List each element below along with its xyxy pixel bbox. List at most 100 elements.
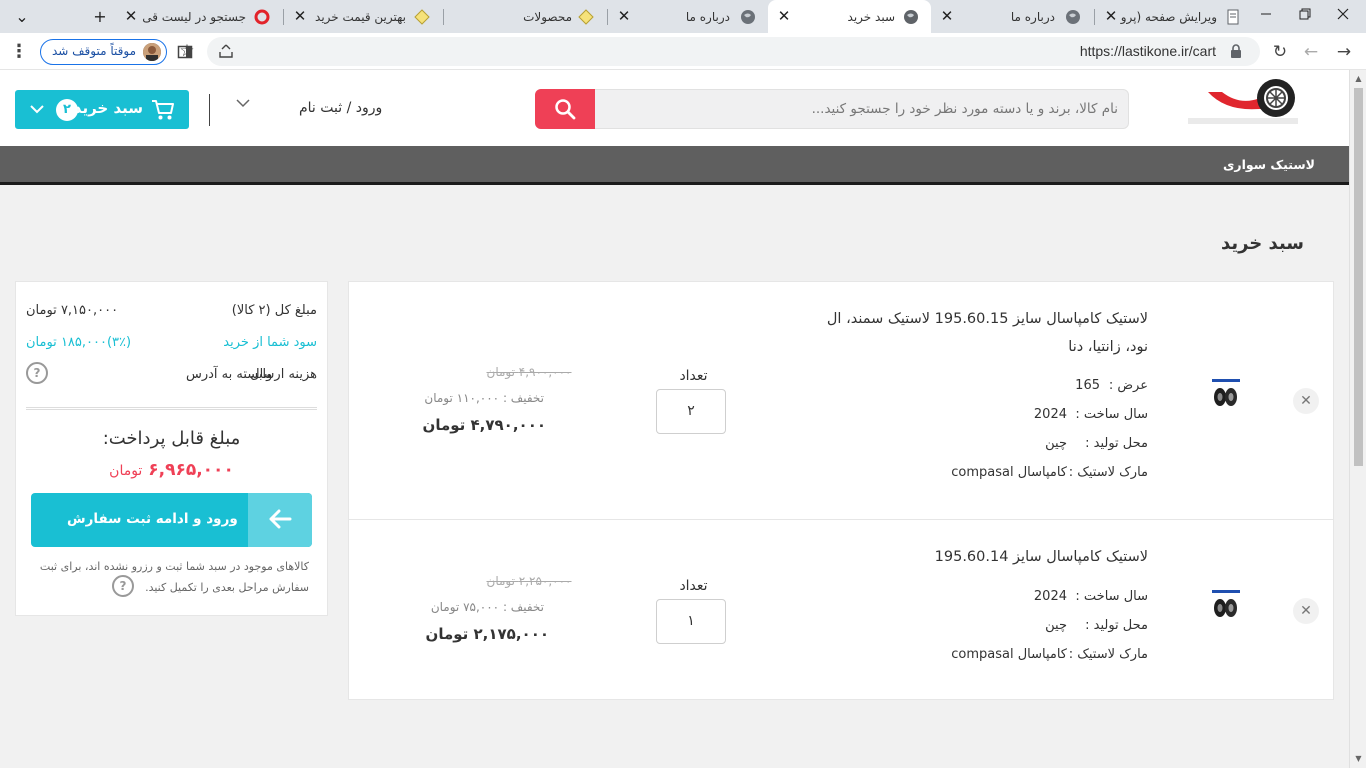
tire-image[interactable] — [1209, 589, 1243, 619]
main-nav: لاستیک سواری — [0, 146, 1349, 185]
share-icon[interactable] — [213, 38, 239, 64]
restore-icon[interactable] — [1285, 0, 1325, 28]
tab-cart[interactable]: سبد خرید ✕ — [768, 0, 931, 33]
tab-about-2[interactable]: درباره ما ✕ — [931, 0, 1093, 33]
help-icon[interactable]: ? — [112, 575, 134, 597]
header-divider — [209, 94, 210, 126]
opera-icon — [254, 9, 270, 25]
tire-image[interactable] — [1209, 378, 1243, 408]
cart-count-badge: ۲ — [56, 99, 78, 121]
summary-divider — [26, 407, 317, 410]
attr-value: چین — [1045, 436, 1067, 451]
tab-about-1[interactable]: درباره ما ✕ — [608, 0, 768, 33]
remove-item-icon[interactable]: ✕ — [1293, 388, 1319, 414]
url-text[interactable]: https://lastikone.ir/cart — [1080, 43, 1216, 59]
checkout-button[interactable]: ورود و ادامه ثبت سفارش — [31, 493, 312, 547]
cart-item: ✕ لاستیک کامپاسال سایز 195.60.14 سال ساخ… — [349, 520, 1333, 700]
new-tab-icon[interactable]: + — [88, 5, 112, 29]
cart-icon — [152, 100, 174, 120]
attr-value: کامپاسال compasal — [951, 465, 1067, 480]
tab-search-list[interactable]: جستجو در لیست قی ✕ — [115, 0, 282, 33]
scroll-thumb[interactable] — [1354, 88, 1363, 466]
logo-icon[interactable] — [1178, 78, 1304, 128]
chevron-down-icon[interactable] — [236, 98, 250, 108]
search-input[interactable]: نام کالا، برند و یا دسته مورد نظر خود را… — [535, 89, 1129, 129]
site-header: نام کالا، برند و یا دسته مورد نظر خود را… — [0, 70, 1349, 146]
close-icon[interactable]: ✕ — [614, 6, 634, 26]
login-register-link[interactable]: ورود / ثبت نام — [299, 100, 382, 116]
tab-products[interactable]: محصولات ✕ — [444, 0, 606, 33]
cart-reservation-note: کالاهای موجود در سبد شما ثبت و رزرو نشده… — [39, 560, 309, 594]
attr-value: 165 — [1075, 378, 1100, 393]
lock-icon[interactable] — [1230, 44, 1242, 58]
item-name[interactable]: لاستیک کامپاسال سایز 195.60.14 — [803, 543, 1148, 571]
minimize-icon[interactable] — [1246, 0, 1286, 28]
close-icon[interactable]: ✕ — [774, 6, 794, 26]
chevron-down-icon — [30, 105, 44, 114]
close-icon[interactable]: ✕ — [937, 6, 957, 26]
star-icon[interactable]: ☆ — [174, 38, 200, 64]
back-icon[interactable]: → — [1331, 39, 1357, 65]
tab-best-price[interactable]: بهترین قیمت خرید ✕ — [284, 0, 442, 33]
reload-icon[interactable]: ↻ — [1267, 39, 1293, 65]
search-button[interactable] — [535, 89, 595, 129]
scroll-down-icon[interactable]: ▼ — [1354, 754, 1363, 763]
cart-item: ✕ لاستیک کامپاسال سایز 195.60.15 لاستیک … — [349, 282, 1333, 519]
checkout-label: ورود و ادامه ثبت سفارش — [67, 511, 238, 527]
close-icon[interactable]: ✕ — [1101, 6, 1121, 26]
profile-status: موقتاً متوقف شد — [51, 44, 136, 58]
attr-label: مارک لاستیک : — [1068, 647, 1148, 662]
help-icon[interactable]: ? — [26, 362, 48, 384]
payable-currency: تومان — [109, 463, 143, 479]
attr-label: محل تولید : — [1085, 436, 1148, 451]
item-price: ۴,۷۹۰,۰۰۰ تومان — [422, 416, 546, 434]
nav-item-passenger-tires[interactable]: لاستیک سواری — [1223, 157, 1315, 172]
attr-value: 2024 — [1033, 407, 1067, 422]
tab-edit-page[interactable]: ویرایش صفحه (پرو ✕ — [1095, 0, 1245, 33]
attr-label: سال ساخت : — [1075, 407, 1148, 422]
document-icon — [1227, 9, 1239, 25]
close-icon[interactable]: ✕ — [121, 6, 141, 26]
total-value: ۷,۱۵۰,۰۰۰ تومان — [26, 303, 119, 318]
menu-kebab-icon[interactable]: ⋮ — [6, 39, 32, 65]
tab-title: سبد خرید — [847, 10, 895, 24]
site-diamond-icon — [414, 9, 430, 25]
tab-title: بهترین قیمت خرید — [315, 10, 406, 24]
profit-value: (۳٪)۱۸۵,۰۰۰ تومان — [26, 335, 132, 350]
scroll-up-icon[interactable]: ▲ — [1354, 74, 1363, 83]
forward-icon[interactable]: ← — [1298, 39, 1324, 65]
close-icon[interactable]: ✕ — [290, 6, 310, 26]
cart-label: سبد خرید — [73, 99, 143, 117]
tab-title: درباره ما — [1010, 10, 1055, 24]
discount-text: تخفیف : ۱۱۰,۰۰۰ تومان — [424, 391, 544, 405]
search-icon — [555, 99, 576, 120]
quantity-field[interactable]: ۱ — [656, 599, 726, 644]
browser-toolbar: ⋮ موقتاً متوقف شد ☆ https://lastikone.ir… — [0, 33, 1366, 70]
quantity-field[interactable]: ۲ — [656, 389, 726, 434]
cart-button[interactable]: سبد خرید ۲ — [15, 90, 189, 129]
item-name[interactable]: لاستیک کامپاسال سایز 195.60.15 لاستیک سم… — [803, 305, 1148, 361]
tab-search-icon[interactable]: ⌄ — [10, 5, 34, 29]
attr-label: عرض : — [1108, 378, 1148, 393]
remove-item-icon[interactable]: ✕ — [1293, 598, 1319, 624]
profile-chip[interactable]: موقتاً متوقف شد — [40, 39, 167, 65]
window-close-icon[interactable] — [1323, 0, 1363, 28]
attr-value: چین — [1045, 618, 1067, 633]
browser-tab-strip: ⌄ + جستجو در لیست قی ✕ بهترین قیمت خرید … — [0, 0, 1366, 33]
order-summary: مبلغ کل (۲ کالا) ۷,۱۵۰,۰۰۰ تومان سود شما… — [15, 281, 328, 616]
attr-label: محل تولید : — [1085, 618, 1148, 633]
attr-label: سال ساخت : — [1075, 589, 1148, 604]
profit-label: سود شما از خرید — [223, 335, 317, 350]
arrow-left-icon — [248, 493, 312, 547]
address-bar[interactable]: ☆ https://lastikone.ir/cart — [179, 37, 1260, 66]
attr-value: کامپاسال compasal — [951, 647, 1067, 662]
globe-icon — [1066, 10, 1080, 24]
site-diamond-icon — [578, 9, 594, 25]
attr-label: مارک لاستیک : — [1068, 465, 1148, 480]
item-price: ۲,۱۷۵,۰۰۰ تومان — [425, 625, 549, 643]
payable-label: مبلغ قابل پرداخت: — [102, 428, 241, 449]
quantity-label: تعداد — [679, 578, 708, 594]
page-scrollbar[interactable]: ▲ ▼ — [1349, 70, 1366, 768]
globe-icon — [904, 10, 918, 24]
old-price: ۲,۲۵۰,۰۰۰ تومان — [486, 574, 572, 588]
